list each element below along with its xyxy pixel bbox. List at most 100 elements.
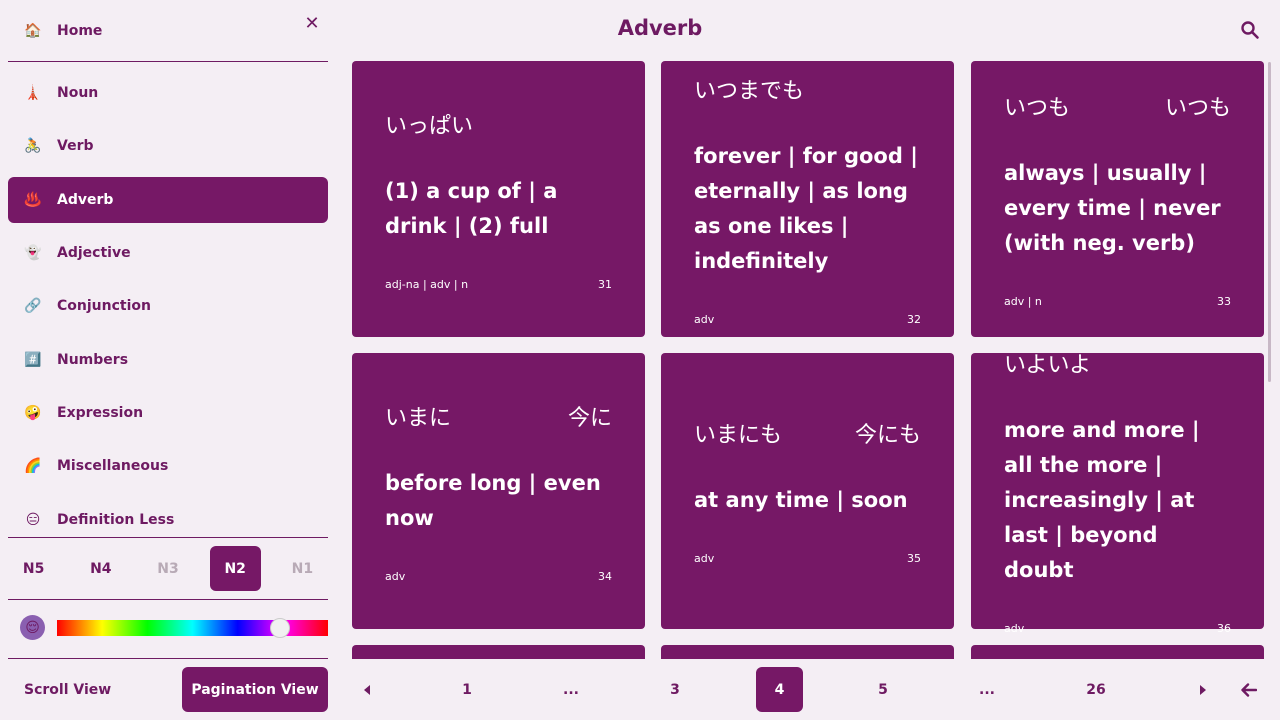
sidebar-item-label: Home [57, 23, 103, 39]
card-meaning: forever | for good | eternally | as long… [694, 143, 918, 273]
sidebar-item-label: Definition Less [57, 512, 175, 528]
card-kanji: 今にも [854, 423, 921, 448]
card-kana: いまにも [694, 423, 783, 448]
jlpt-level-selector: N5 N4 N3 N2 N1 [8, 546, 328, 591]
card-kanji: いつも [1164, 96, 1231, 121]
sidebar-item-noun[interactable]: 🗼 Noun [8, 70, 328, 116]
caret-left-icon [364, 684, 370, 695]
card-part-of-speech: adv | n [1004, 295, 1042, 308]
sidebar-item-numbers[interactable]: #️⃣ Numbers [8, 337, 328, 383]
avatar[interactable]: 😌 [20, 615, 45, 640]
close-sidebar-button[interactable]: ✕ [300, 12, 324, 36]
back-button[interactable] [1226, 667, 1272, 712]
card-number: 36 [1217, 622, 1231, 635]
word-card[interactable]: いつも いつも always | usually | every time | … [971, 61, 1264, 337]
word-card[interactable]: いつまでも forever | for good | eternally | a… [661, 61, 954, 337]
divider [8, 599, 328, 600]
sidebar-item-label: Adverb [57, 192, 114, 208]
card-meaning: always | usually | every time | never (w… [1004, 161, 1221, 255]
zany-face-icon: 🤪 [24, 405, 42, 421]
word-card[interactable]: いまにも 今にも at any time | soon adv 35 [661, 353, 954, 629]
word-card[interactable] [971, 645, 1264, 659]
tower-icon: 🗼 [24, 85, 42, 101]
divider [8, 61, 328, 62]
card-number: 35 [907, 552, 921, 565]
card-reading: いよいよ [1004, 347, 1231, 379]
next-page-button[interactable] [1180, 667, 1226, 712]
home-icon: 🏠 [24, 23, 42, 39]
card-part-of-speech: adv [694, 312, 715, 326]
card-number: 31 [598, 277, 612, 291]
word-card[interactable]: いっぱい (1) a cup of | a drink | (2) full a… [352, 61, 645, 337]
page-ellipsis: ... [979, 681, 995, 698]
word-card[interactable]: いよいよ more and more | all the more | incr… [971, 353, 1264, 635]
page-ellipsis: ... [563, 681, 579, 698]
card-reading: いつまでも [694, 73, 921, 105]
hot-springs-icon: ♨️ [24, 192, 42, 208]
card-meta: adv | n 33 [1004, 295, 1231, 308]
card-reading: いまに 今に [385, 400, 612, 432]
sidebar-item-label: Miscellaneous [57, 458, 169, 474]
hue-slider-thumb[interactable] [270, 618, 290, 638]
word-card[interactable]: いまに 今に before long | even now adv 34 [352, 353, 645, 629]
page-button[interactable]: 5 [860, 667, 906, 712]
page-button[interactable]: 1 [444, 667, 490, 712]
card-number: 34 [598, 569, 612, 583]
level-n3-button[interactable]: N3 [142, 546, 193, 591]
card-meaning: before long | even now [385, 470, 601, 530]
hash-icon: #️⃣ [24, 352, 42, 368]
theme-color-picker: 😌 [20, 614, 328, 642]
sidebar-item-label: Adjective [57, 245, 131, 261]
arrow-left-icon [1241, 682, 1257, 697]
word-card[interactable] [352, 645, 645, 659]
card-part-of-speech: adj-na | adv | n [385, 277, 469, 291]
card-reading: いつも いつも [1004, 90, 1231, 122]
card-kana: いまに [385, 405, 452, 431]
card-kanji: 今に [567, 405, 612, 431]
page-button[interactable]: 26 [1073, 667, 1119, 712]
sidebar-item-home[interactable]: 🏠 Home [8, 8, 328, 54]
pagination: 1 ... 3 4 5 ... 26 [344, 667, 1280, 712]
card-reading: いっぱい [385, 108, 612, 140]
card-reading: いまにも 今にも [694, 417, 921, 449]
card-meta: adj-na | adv | n 31 [385, 278, 612, 291]
view-mode-toggle: Scroll View Pagination View [8, 667, 328, 712]
current-page-button[interactable]: 4 [756, 667, 803, 712]
scroll-view-button[interactable]: Scroll View [8, 667, 182, 712]
level-n5-button[interactable]: N5 [8, 546, 59, 591]
card-kana: いっぱい [385, 113, 474, 139]
sidebar-item-adjective[interactable]: 👻 Adjective [8, 230, 328, 276]
previous-page-button[interactable] [344, 667, 390, 712]
cyclist-icon: 🚴 [24, 138, 42, 154]
search-icon[interactable] [1240, 20, 1260, 40]
sidebar-item-label: Conjunction [57, 298, 151, 314]
sidebar-item-label: Expression [57, 405, 144, 421]
word-card[interactable] [661, 645, 954, 659]
sidebar-item-miscellaneous[interactable]: 🌈 Miscellaneous [8, 443, 328, 489]
card-meta: adv 36 [1004, 622, 1231, 635]
sidebar-item-expression[interactable]: 🤪 Expression [8, 390, 328, 436]
ghost-icon: 👻 [24, 245, 42, 261]
card-meaning: (1) a cup of | a drink | (2) full [385, 178, 558, 238]
card-part-of-speech: adv [694, 552, 715, 565]
card-number: 32 [907, 312, 921, 326]
sidebar-item-label: Numbers [57, 352, 129, 368]
page-title: Adverb [617, 16, 703, 40]
sidebar-item-conjunction[interactable]: 🔗 Conjunction [8, 283, 328, 329]
hue-slider[interactable] [57, 618, 328, 638]
page-button[interactable]: 3 [652, 667, 698, 712]
divider [8, 658, 328, 659]
level-n2-button[interactable]: N2 [209, 546, 261, 591]
sidebar: 🏠 Home ✕ 🗼 Noun 🚴 Verb ♨️ Adverb 👻 Adjec… [0, 0, 336, 720]
card-kana: いつも [1004, 96, 1071, 121]
card-meta: adv 35 [694, 552, 921, 565]
pagination-view-button[interactable]: Pagination View [182, 667, 328, 712]
scrollbar[interactable] [1268, 62, 1271, 382]
sidebar-item-adverb[interactable]: ♨️ Adverb [8, 177, 328, 223]
sidebar-item-label: Noun [57, 85, 99, 101]
level-n1-button[interactable]: N1 [277, 546, 328, 591]
card-meta: adv 32 [694, 313, 921, 326]
sidebar-item-label: Verb [57, 138, 94, 154]
level-n4-button[interactable]: N4 [75, 546, 126, 591]
sidebar-item-verb[interactable]: 🚴 Verb [8, 123, 328, 169]
